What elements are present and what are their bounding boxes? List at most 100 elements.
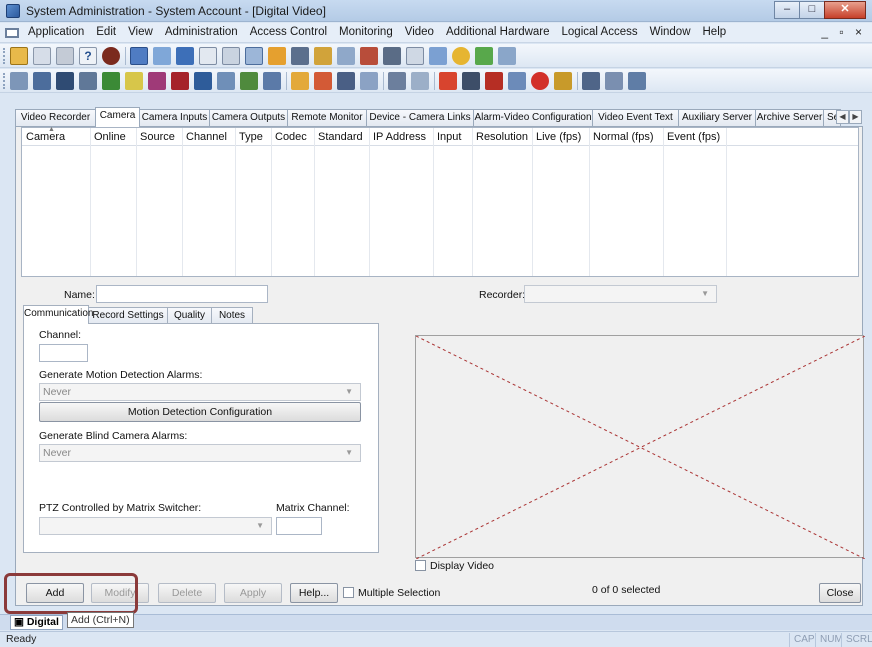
link-icon[interactable] [429, 47, 447, 65]
input-icon[interactable] [79, 72, 97, 90]
add-person-icon[interactable] [485, 72, 503, 90]
tab-notes[interactable]: Notes [211, 307, 253, 324]
menu-logical-access[interactable]: Logical Access [556, 26, 644, 38]
record-icon[interactable] [531, 72, 549, 90]
devices-icon[interactable] [337, 47, 355, 65]
people-icon[interactable] [314, 72, 332, 90]
layout-icon[interactable] [263, 72, 281, 90]
recorder-select[interactable]: ▼ [524, 285, 717, 303]
context-help-icon[interactable] [102, 47, 120, 65]
transfer-icon[interactable] [605, 72, 623, 90]
multiple-selection-checkbox[interactable] [343, 587, 354, 598]
tab-camera[interactable]: Camera [95, 107, 140, 127]
badge-icon[interactable] [153, 47, 171, 65]
minimize-button[interactable]: – [774, 1, 800, 19]
blind-alarms-select[interactable]: Never ▼ [39, 444, 361, 462]
group-icon[interactable] [360, 72, 378, 90]
tab-scroll-left-icon[interactable]: ◀ [836, 110, 849, 124]
tree-icon[interactable] [475, 47, 493, 65]
mdi-tab-digital[interactable]: ▣ Digital [10, 615, 63, 630]
video-wall-icon[interactable] [411, 72, 429, 90]
menu-video[interactable]: Video [399, 26, 440, 38]
toolbar-grip[interactable] [3, 48, 6, 64]
panel-icon[interactable] [383, 47, 401, 65]
tab-record-settings[interactable]: Record Settings [88, 307, 168, 324]
column-standard[interactable]: Standard [314, 128, 369, 146]
video-icon[interactable] [194, 72, 212, 90]
output-icon[interactable] [102, 72, 120, 90]
mdi-controls[interactable]: _ ▫ × [821, 25, 866, 39]
motion-alarms-select[interactable]: Never ▼ [39, 383, 361, 401]
column-codec[interactable]: Codec [271, 128, 314, 146]
channel-input[interactable] [39, 344, 88, 362]
column-type[interactable]: Type [235, 128, 271, 146]
toolbar-grip[interactable] [3, 73, 6, 89]
column-camera[interactable]: Camera [22, 128, 90, 146]
help-icon[interactable]: ? [79, 47, 97, 65]
chart-icon[interactable] [176, 47, 194, 65]
menu-administration[interactable]: Administration [159, 26, 244, 38]
dvr-icon[interactable] [462, 72, 480, 90]
apply-button[interactable]: Apply [224, 583, 282, 603]
document-icon[interactable] [199, 47, 217, 65]
close-button[interactable]: Close [819, 583, 861, 603]
column-input[interactable]: Input [433, 128, 472, 146]
matrix-channel-input[interactable] [276, 517, 322, 535]
map-icon[interactable] [508, 72, 526, 90]
alarm-panel-icon[interactable] [56, 72, 74, 90]
intercom-icon[interactable] [125, 72, 143, 90]
tab-video-event-text[interactable]: Video Event Text [592, 109, 679, 126]
help-button[interactable]: Help... [290, 583, 338, 603]
monitor-icon[interactable] [406, 47, 424, 65]
ptz-switcher-select[interactable]: ▼ [39, 517, 272, 535]
menu-help[interactable]: Help [697, 26, 733, 38]
print-icon[interactable] [56, 47, 74, 65]
tab-quality[interactable]: Quality [167, 307, 212, 324]
tab-auxiliary-server[interactable]: Auxiliary Server [678, 109, 756, 126]
tab-alarm-video-configuration[interactable]: Alarm-Video Configuration [473, 109, 593, 126]
close-window-button[interactable]: ✕ [824, 1, 866, 19]
users-icon[interactable] [268, 47, 286, 65]
menu-view[interactable]: View [122, 26, 159, 38]
column-normal-fps[interactable]: Normal (fps) [589, 128, 663, 146]
column-resolution[interactable]: Resolution [472, 128, 532, 146]
reader-icon[interactable] [33, 72, 51, 90]
camera-grid[interactable]: ▲ Camera Online Source Channel Type Code… [21, 126, 859, 277]
tab-device-camera-links[interactable]: Device - Camera Links [366, 109, 474, 126]
column-live-fps[interactable]: Live (fps) [532, 128, 589, 146]
column-online[interactable]: Online [90, 128, 136, 146]
name-input[interactable] [96, 285, 268, 303]
maximize-button[interactable]: □ [799, 1, 825, 19]
menu-additional-hardware[interactable]: Additional Hardware [440, 26, 556, 38]
camera-icon[interactable] [217, 72, 235, 90]
menu-application[interactable]: Application [22, 26, 90, 38]
reports-icon[interactable] [245, 47, 263, 65]
digital-video-icon[interactable] [388, 72, 406, 90]
motion-detection-config-button[interactable]: Motion Detection Configuration [39, 402, 361, 422]
tab-camera-inputs[interactable]: Camera Inputs [139, 109, 210, 126]
delete-button[interactable]: Delete [158, 583, 216, 603]
menu-access-control[interactable]: Access Control [244, 26, 333, 38]
display-video-checkbox[interactable] [415, 560, 426, 571]
menu-window[interactable]: Window [644, 26, 697, 38]
wizard-icon[interactable] [10, 47, 28, 65]
intrusion-icon[interactable] [439, 72, 457, 90]
tab-scroll-right-icon[interactable]: ▶ [849, 110, 862, 124]
printer-icon[interactable] [291, 47, 309, 65]
tab-remote-monitor[interactable]: Remote Monitor [287, 109, 367, 126]
fire-panel-icon[interactable] [148, 72, 166, 90]
network-icon[interactable] [314, 47, 332, 65]
cardholders-icon[interactable] [130, 47, 148, 65]
menu-edit[interactable]: Edit [90, 26, 122, 38]
column-event-fps[interactable]: Event (fps) [663, 128, 726, 146]
key-icon[interactable] [554, 72, 572, 90]
column-channel[interactable]: Channel [182, 128, 235, 146]
tab-video-recorder[interactable]: Video Recorder [15, 109, 96, 126]
bell-icon[interactable] [291, 72, 309, 90]
guard-icon[interactable] [337, 72, 355, 90]
print-preview-icon[interactable] [33, 47, 51, 65]
status-icon[interactable] [452, 47, 470, 65]
calendar-icon[interactable] [222, 47, 240, 65]
tab-archive-server[interactable]: Archive Server [755, 109, 824, 126]
menu-monitoring[interactable]: Monitoring [333, 26, 399, 38]
